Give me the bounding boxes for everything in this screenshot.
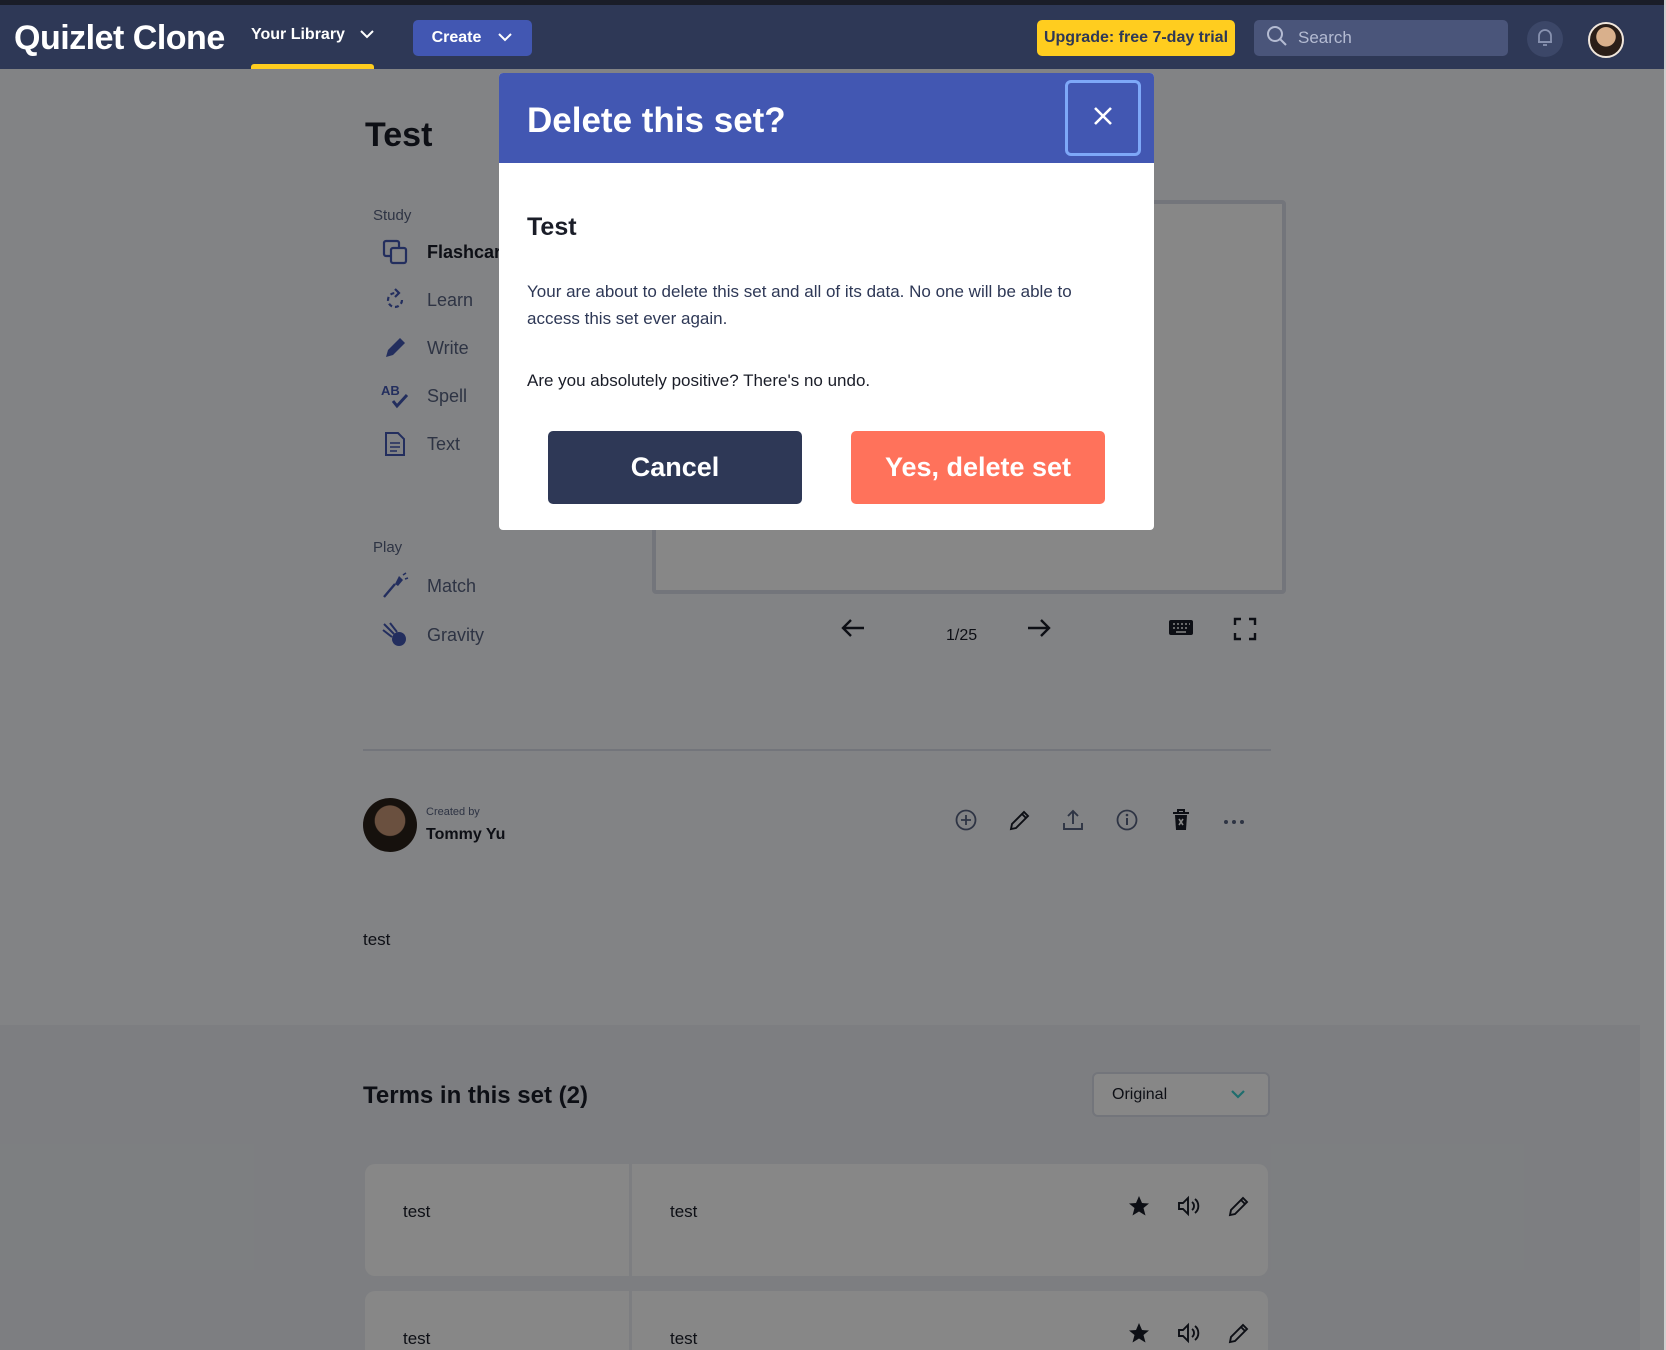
close-modal-button[interactable]: [1065, 80, 1141, 156]
cancel-button[interactable]: Cancel: [548, 431, 802, 504]
chevron-down-icon: [359, 26, 375, 44]
delete-set-modal: Delete this set? Test Your are about to …: [499, 73, 1154, 530]
user-avatar[interactable]: [1588, 22, 1624, 58]
search-placeholder: Search: [1298, 28, 1352, 47]
your-library-label: Your Library: [251, 26, 345, 43]
bell-icon: [1536, 27, 1554, 52]
create-button[interactable]: Create: [413, 20, 532, 56]
upgrade-button[interactable]: Upgrade: free 7-day trial: [1037, 20, 1235, 56]
modal-header: Delete this set?: [499, 73, 1154, 163]
top-nav-bar: Quizlet Clone Your Library Create Upgrad…: [0, 0, 1666, 69]
close-icon: [1091, 104, 1115, 133]
modal-title: Delete this set?: [527, 101, 786, 140]
confirm-delete-button[interactable]: Yes, delete set: [851, 431, 1105, 504]
brand-logo[interactable]: Quizlet Clone: [14, 19, 225, 58]
modal-set-title: Test: [527, 213, 577, 241]
modal-warning-text: Your are about to delete this set and al…: [527, 282, 1072, 328]
create-label: Create: [431, 29, 482, 46]
search-icon: [1266, 25, 1288, 52]
search-input[interactable]: Search: [1254, 20, 1508, 56]
modal-confirm-question: Are you absolutely positive? There's no …: [527, 371, 871, 390]
your-library-dropdown[interactable]: Your Library: [251, 26, 375, 44]
chevron-down-icon: [497, 29, 513, 47]
notifications-button[interactable]: [1527, 21, 1563, 57]
